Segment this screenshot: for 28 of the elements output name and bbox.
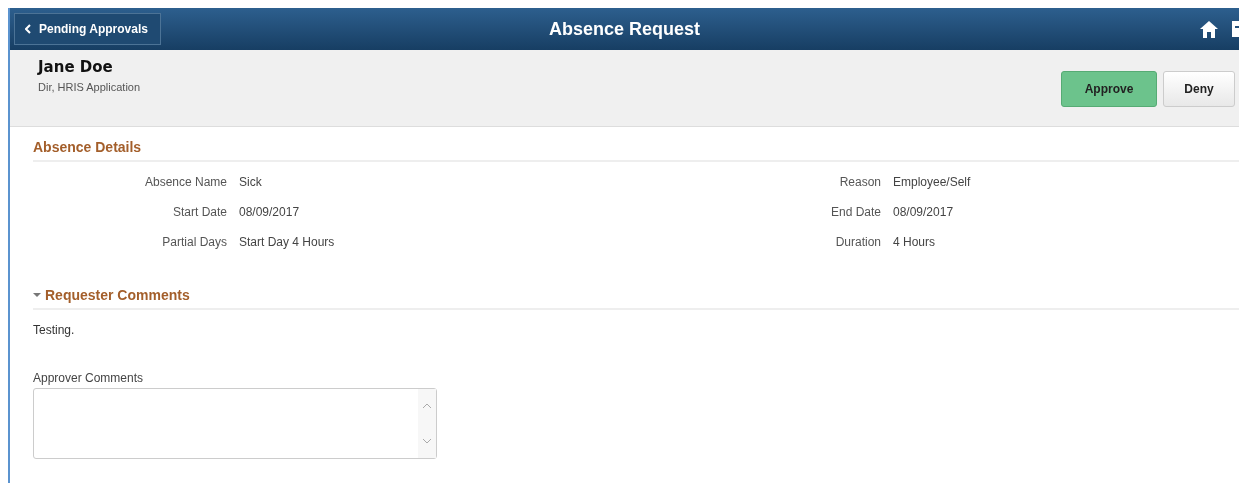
- field-value: 08/09/2017: [893, 205, 955, 219]
- employee-name: Jane Doe: [38, 58, 114, 76]
- field-value: Sick: [239, 175, 263, 189]
- page-title: Absence Request: [548, 18, 701, 39]
- caret-icon: [33, 292, 41, 298]
- deny-button[interactable]: Deny: [1163, 71, 1235, 107]
- field-label: Duration: [834, 235, 881, 249]
- approve-button[interactable]: Approve: [1061, 71, 1157, 107]
- field-value: 08/09/2017: [239, 205, 301, 219]
- home-icon[interactable]: [1199, 19, 1219, 39]
- field-label: Absence Name: [143, 175, 227, 189]
- back-button[interactable]: Pending Approvals: [14, 13, 161, 45]
- field-label: Partial Days: [161, 235, 227, 249]
- chevron-left-icon: [25, 24, 31, 34]
- comment-text: Testing.: [33, 323, 76, 337]
- field-value: 4 Hours: [893, 235, 937, 249]
- approver-comments-field[interactable]: [33, 388, 437, 459]
- field-value: Employee/Self: [893, 175, 971, 189]
- field-label: End Date: [829, 205, 881, 219]
- field-label: Approver Comments: [33, 371, 145, 385]
- scroll-up-icon[interactable]: [422, 403, 432, 410]
- section-toggle[interactable]: Requester Comments: [33, 287, 1239, 310]
- field-label: Start Date: [171, 205, 227, 219]
- field-label: Reason: [838, 175, 881, 189]
- field-value: Start Day 4 Hours: [239, 235, 336, 249]
- job-title: Dir, HRIS Application: [38, 81, 141, 93]
- section-heading: Absence Details: [33, 139, 1239, 162]
- scroll-down-icon[interactable]: [422, 437, 432, 444]
